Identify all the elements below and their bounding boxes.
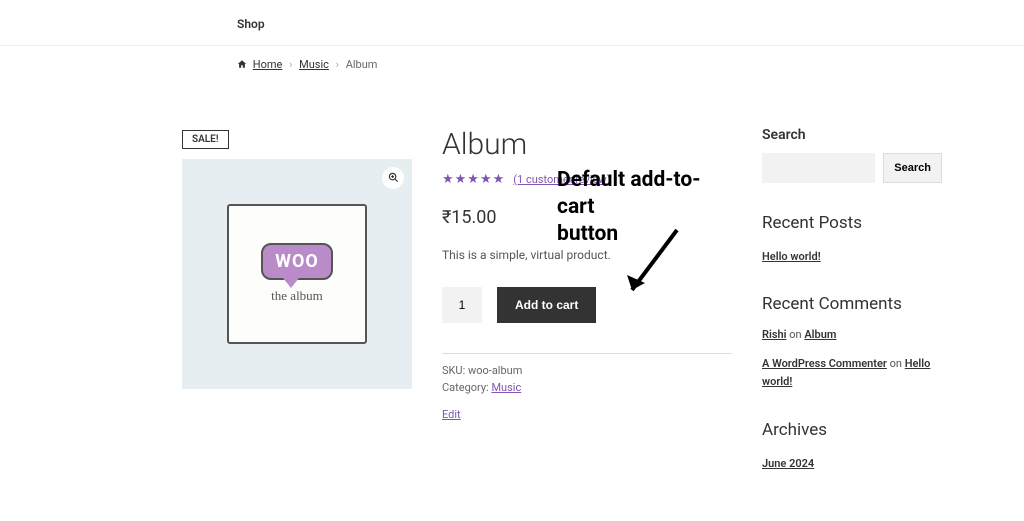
sale-badge: SALE! bbox=[182, 130, 229, 149]
recent-posts-heading: Recent Posts bbox=[762, 213, 942, 233]
annotation-line2: button bbox=[557, 222, 618, 246]
album-art: WOO the album bbox=[227, 204, 367, 344]
art-subtitle: the album bbox=[271, 288, 323, 304]
zoom-icon[interactable] bbox=[382, 167, 404, 189]
product-description: This is a simple, virtual product. bbox=[442, 248, 732, 262]
archives-widget: Archives June 2024 bbox=[762, 420, 942, 471]
breadcrumb-sep: › bbox=[289, 58, 292, 71]
product-summary: Album ★★★★★ (1 customer review) ₹15.00 T… bbox=[442, 127, 732, 502]
comment-item: A WordPress Commenter on Hello world! bbox=[762, 355, 942, 390]
comment-on-text: on bbox=[890, 357, 902, 370]
comment-on-text: on bbox=[789, 328, 801, 341]
add-to-cart-button[interactable]: Add to cart bbox=[497, 287, 596, 323]
breadcrumb-music[interactable]: Music bbox=[299, 58, 329, 71]
quantity-input[interactable] bbox=[442, 287, 482, 323]
category-line: Category: Music bbox=[442, 381, 732, 394]
archives-heading: Archives bbox=[762, 420, 942, 440]
search-button[interactable]: Search bbox=[883, 153, 942, 183]
top-nav: Shop bbox=[0, 0, 1024, 46]
recent-post-link[interactable]: Hello world! bbox=[762, 250, 821, 263]
home-icon bbox=[237, 59, 247, 72]
art-logo-text: WOO bbox=[275, 251, 319, 272]
sku-label: SKU: bbox=[442, 364, 465, 377]
category-label: Category: bbox=[442, 381, 489, 394]
star-rating: ★★★★★ bbox=[442, 172, 505, 187]
category-link[interactable]: Music bbox=[491, 381, 521, 394]
breadcrumb-current: Album bbox=[346, 58, 378, 71]
search-widget: Search Search bbox=[762, 127, 942, 183]
edit-link[interactable]: Edit bbox=[442, 408, 461, 421]
search-heading: Search bbox=[762, 127, 942, 143]
annotation-line1: Default add-to-cart bbox=[557, 168, 701, 219]
archive-link[interactable]: June 2024 bbox=[762, 457, 814, 470]
product-image[interactable]: WOO the album bbox=[182, 159, 412, 389]
sidebar: Search Search Recent Posts Hello world! … bbox=[762, 127, 942, 502]
meta-divider bbox=[442, 353, 732, 354]
breadcrumb: Home › Music › Album bbox=[117, 46, 907, 72]
recent-comments-widget: Recent Comments Rishi on Album A WordPre… bbox=[762, 294, 942, 391]
comment-post-link[interactable]: Album bbox=[804, 328, 836, 341]
comment-author-link[interactable]: A WordPress Commenter bbox=[762, 357, 887, 370]
annotation-overlay: Default add-to-cart button bbox=[557, 167, 732, 249]
product-title: Album bbox=[442, 127, 732, 162]
sku-value: woo-album bbox=[468, 364, 522, 377]
comment-author-link[interactable]: Rishi bbox=[762, 328, 787, 341]
breadcrumb-home[interactable]: Home bbox=[253, 58, 283, 71]
arrow-icon bbox=[617, 225, 687, 305]
breadcrumb-sep: › bbox=[336, 58, 339, 71]
sku-line: SKU: woo-album bbox=[442, 364, 732, 377]
nav-shop-link[interactable]: Shop bbox=[237, 17, 265, 31]
search-input[interactable] bbox=[762, 153, 875, 183]
recent-posts-widget: Recent Posts Hello world! bbox=[762, 213, 942, 264]
comment-item: Rishi on Album bbox=[762, 326, 942, 344]
product-main: SALE! WOO the album Album ★★★★★ (1 custo… bbox=[182, 127, 732, 502]
recent-comments-heading: Recent Comments bbox=[762, 294, 942, 314]
